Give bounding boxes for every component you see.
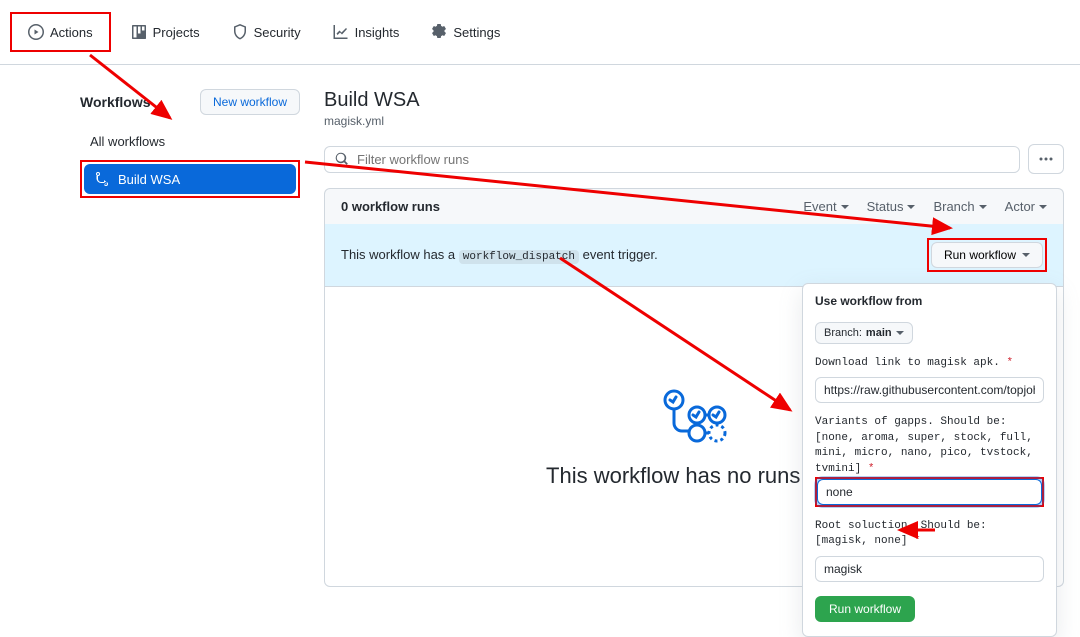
- chevron-down-icon: [1039, 205, 1047, 209]
- chevron-down-icon: [979, 205, 987, 209]
- chevron-down-icon: [1022, 253, 1030, 257]
- field-label-root-solution: Root soluction. Should be: [magisk, none…: [815, 519, 1044, 550]
- field-label-gapps-variant: Variants of gapps. Should be: [none, aro…: [815, 415, 1044, 477]
- filter-status[interactable]: Status: [867, 199, 916, 214]
- run-workflow-panel: Use workflow from Branch: main Download …: [802, 283, 1057, 637]
- workflows-sidebar: Workflows New workflow All workflows Bui…: [80, 89, 300, 587]
- filter-branch[interactable]: Branch: [933, 199, 986, 214]
- projects-icon: [131, 24, 147, 40]
- workflow-icon: [94, 171, 110, 187]
- filter-actor[interactable]: Actor: [1005, 199, 1047, 214]
- tab-label: Actions: [50, 25, 93, 40]
- filter-event[interactable]: Event: [803, 199, 848, 214]
- repo-tabs: Actions Projects Security Insights Setti…: [0, 0, 1080, 65]
- download-link-input[interactable]: [815, 377, 1044, 403]
- tab-projects[interactable]: Projects: [119, 16, 212, 48]
- kebab-icon: [1038, 151, 1054, 167]
- sidebar-item-all-workflows[interactable]: All workflows: [80, 127, 300, 156]
- chevron-down-icon: [907, 205, 915, 209]
- workflow-title: Build WSA: [324, 89, 1064, 112]
- run-workflow-submit-button[interactable]: Run workflow: [815, 596, 915, 622]
- runs-list-header: 0 workflow runs Event Status Branch Acto…: [324, 188, 1064, 224]
- annotation-box: Run workflow: [927, 238, 1047, 272]
- workflow-file: magisk.yml: [324, 114, 1064, 128]
- run-workflow-dropdown-button[interactable]: Run workflow: [931, 242, 1043, 268]
- tab-label: Insights: [355, 25, 400, 40]
- empty-state-text: This workflow has no runs yet.: [546, 463, 842, 489]
- search-icon: [335, 152, 349, 166]
- annotation-box: Build WSA: [80, 160, 300, 198]
- banner-text: This workflow has a workflow_dispatch ev…: [341, 247, 658, 263]
- filter-runs-input[interactable]: [357, 152, 1009, 167]
- chevron-down-icon: [896, 331, 904, 335]
- workflow-dispatch-banner: This workflow has a workflow_dispatch ev…: [324, 224, 1064, 287]
- tab-label: Projects: [153, 25, 200, 40]
- tab-settings[interactable]: Settings: [419, 16, 512, 48]
- new-workflow-button[interactable]: New workflow: [200, 89, 300, 115]
- gear-icon: [431, 24, 447, 40]
- tab-label: Security: [254, 25, 301, 40]
- filter-runs-input-wrap[interactable]: [324, 146, 1020, 173]
- tab-actions[interactable]: Actions: [16, 16, 105, 48]
- gapps-variant-input[interactable]: [817, 479, 1042, 505]
- annotation-box: Actions: [10, 12, 111, 52]
- root-solution-input[interactable]: [815, 556, 1044, 582]
- shield-icon: [232, 24, 248, 40]
- tab-label: Settings: [453, 25, 500, 40]
- chevron-down-icon: [841, 205, 849, 209]
- annotation-box: [815, 477, 1044, 507]
- graph-icon: [333, 24, 349, 40]
- more-options-button[interactable]: [1028, 144, 1064, 174]
- tab-security[interactable]: Security: [220, 16, 313, 48]
- field-label-download-link: Download link to magisk apk. *: [815, 356, 1044, 371]
- sidebar-item-build-wsa[interactable]: Build WSA: [84, 164, 296, 194]
- panel-heading: Use workflow from: [815, 294, 1044, 308]
- branch-selector[interactable]: Branch: main: [815, 322, 913, 344]
- sidebar-title: Workflows: [80, 94, 151, 110]
- runs-count: 0 workflow runs: [341, 199, 440, 214]
- play-circle-icon: [28, 24, 44, 40]
- tab-insights[interactable]: Insights: [321, 16, 412, 48]
- workflow-main: Build WSA magisk.yml 0 workflow runs Eve…: [324, 89, 1064, 587]
- sidebar-item-label: Build WSA: [118, 172, 180, 187]
- runs-empty-state: This workflow has no runs yet. Use workf…: [324, 287, 1064, 587]
- workflow-placeholder-icon: [659, 385, 729, 445]
